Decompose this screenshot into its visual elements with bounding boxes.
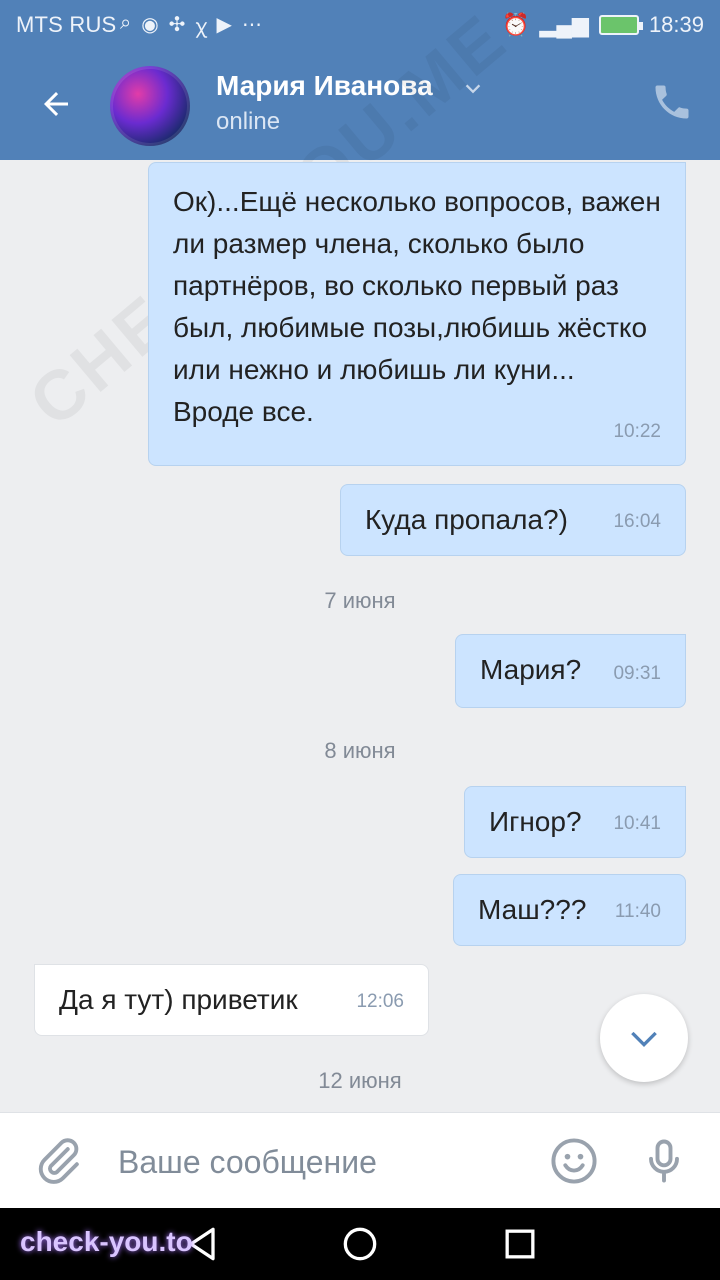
message-time: 16:04 — [613, 511, 661, 532]
smile-icon[interactable] — [548, 1135, 600, 1187]
message-bubble-incoming[interactable]: Да я тут) приветик 12:06 — [34, 964, 429, 1036]
contact-status: online — [216, 108, 281, 135]
youtube-icon: ▶ — [216, 14, 232, 36]
message-bubble[interactable]: Куда пропала?) 16:04 — [340, 484, 686, 556]
more-icon: ⋯ — [241, 14, 262, 36]
message-time: 10:22 — [613, 421, 661, 442]
bottom-watermark: check-you.to — [20, 1226, 193, 1257]
nav-home-icon[interactable] — [338, 1222, 382, 1266]
vk-notification-icon: ◉ — [141, 14, 159, 36]
message-bubble[interactable]: Мария? 09:31 — [455, 634, 686, 708]
message-bubble[interactable]: Ок)...Ещё несколько вопросов, важен ли р… — [148, 162, 686, 466]
message-time: 11:40 — [614, 901, 661, 922]
share-icon: ✣ — [168, 14, 186, 36]
carrier-label: MTS RUS — [16, 12, 117, 37]
alarm-icon: ⏰ — [502, 12, 530, 37]
status-right: ⏰ ▂▄▆ 18:39 — [502, 12, 704, 38]
date-separator: 7 июня — [324, 588, 396, 613]
back-button[interactable] — [24, 72, 88, 136]
nav-recents-icon[interactable] — [498, 1222, 542, 1266]
message-composer — [0, 1112, 720, 1209]
status-notification-icons: ⌕ ◉ ✣ ꭓ ▶ ⋯ — [120, 12, 262, 39]
message-time: 09:31 — [613, 663, 661, 684]
message-time: 10:41 — [613, 813, 661, 834]
signal-icon: ▂▄▆ — [539, 12, 589, 37]
message-text: Ок)...Ещё несколько вопросов, важен ли р… — [173, 186, 661, 427]
avatar[interactable] — [110, 66, 190, 146]
mic-icon[interactable] — [638, 1135, 690, 1187]
scroll-down-button[interactable] — [600, 994, 688, 1082]
message-bubble[interactable]: Игнор? 10:41 — [464, 786, 686, 858]
date-separator: 8 июня — [324, 738, 396, 763]
phone-icon[interactable] — [650, 80, 694, 124]
paperclip-icon[interactable] — [32, 1135, 84, 1187]
arrow-left-icon — [44, 92, 68, 116]
message-input[interactable] — [116, 1139, 520, 1185]
date-separator: 12 июня — [318, 1068, 402, 1093]
message-bubble[interactable]: Маш??? 11:40 — [453, 874, 686, 946]
clock: 18:39 — [648, 12, 704, 37]
battery-icon — [598, 15, 643, 35]
message-time: 12:06 — [356, 991, 404, 1012]
search-icon: ⌕ — [120, 12, 132, 34]
chevron-down-icon — [631, 1031, 657, 1048]
status-bar: MTS RUS ⌕ ◉ ✣ ꭓ ▶ ⋯ ⏰ ▂▄▆ 18:39 — [0, 0, 720, 50]
ok-icon: ꭓ — [195, 16, 207, 38]
